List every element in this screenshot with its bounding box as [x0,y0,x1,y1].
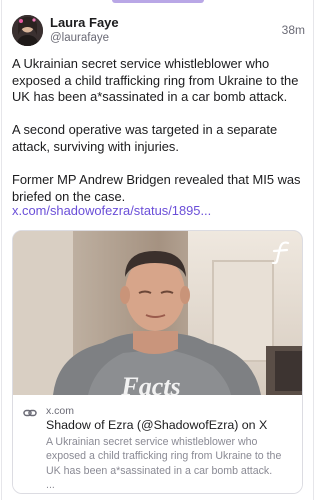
link-chain-icon [23,409,37,417]
link-preview-card[interactable]: Facts x.com Shadow of Ezra (@ShadowofEzr… [12,230,303,494]
author-handle[interactable]: @laurafaye [50,32,109,44]
brand-f-icon [271,241,290,264]
post-paragraph: A Ukrainian secret service whistleblower… [12,56,299,105]
preview-description: A Ukrainian secret service whistleblower… [46,435,296,493]
avatar-icon [12,15,43,46]
preview-title[interactable]: Shadow of Ezra (@ShadowofEzra) on X [46,418,267,432]
shirt-text: Facts [120,372,180,395]
preview-description-text: A Ukrainian secret service whistleblower… [46,436,282,477]
author-name[interactable]: Laura Faye [50,15,119,30]
preview-domain: x.com [46,405,75,417]
preview-ellipsis: ... [46,479,55,492]
post-paragraph: Former MP Andrew Bridgen revealed that M… [12,172,301,204]
avatar[interactable] [12,15,43,46]
post-body: A Ukrainian secret service whistleblower… [12,56,308,222]
post-link[interactable]: x.com/shadowofezra/status/1895... [12,203,211,218]
preview-meta[interactable]: x.com Shadow of Ezra (@ShadowofEzra) on … [13,395,302,493]
post-paragraph: A second operative was targeted in a sep… [12,122,278,154]
video-thumbnail: Facts [13,231,302,395]
timestamp: 38m [281,23,305,37]
post-header: Laura Faye @laurafaye 38m [12,14,305,48]
preview-image[interactable]: Facts [13,231,302,395]
